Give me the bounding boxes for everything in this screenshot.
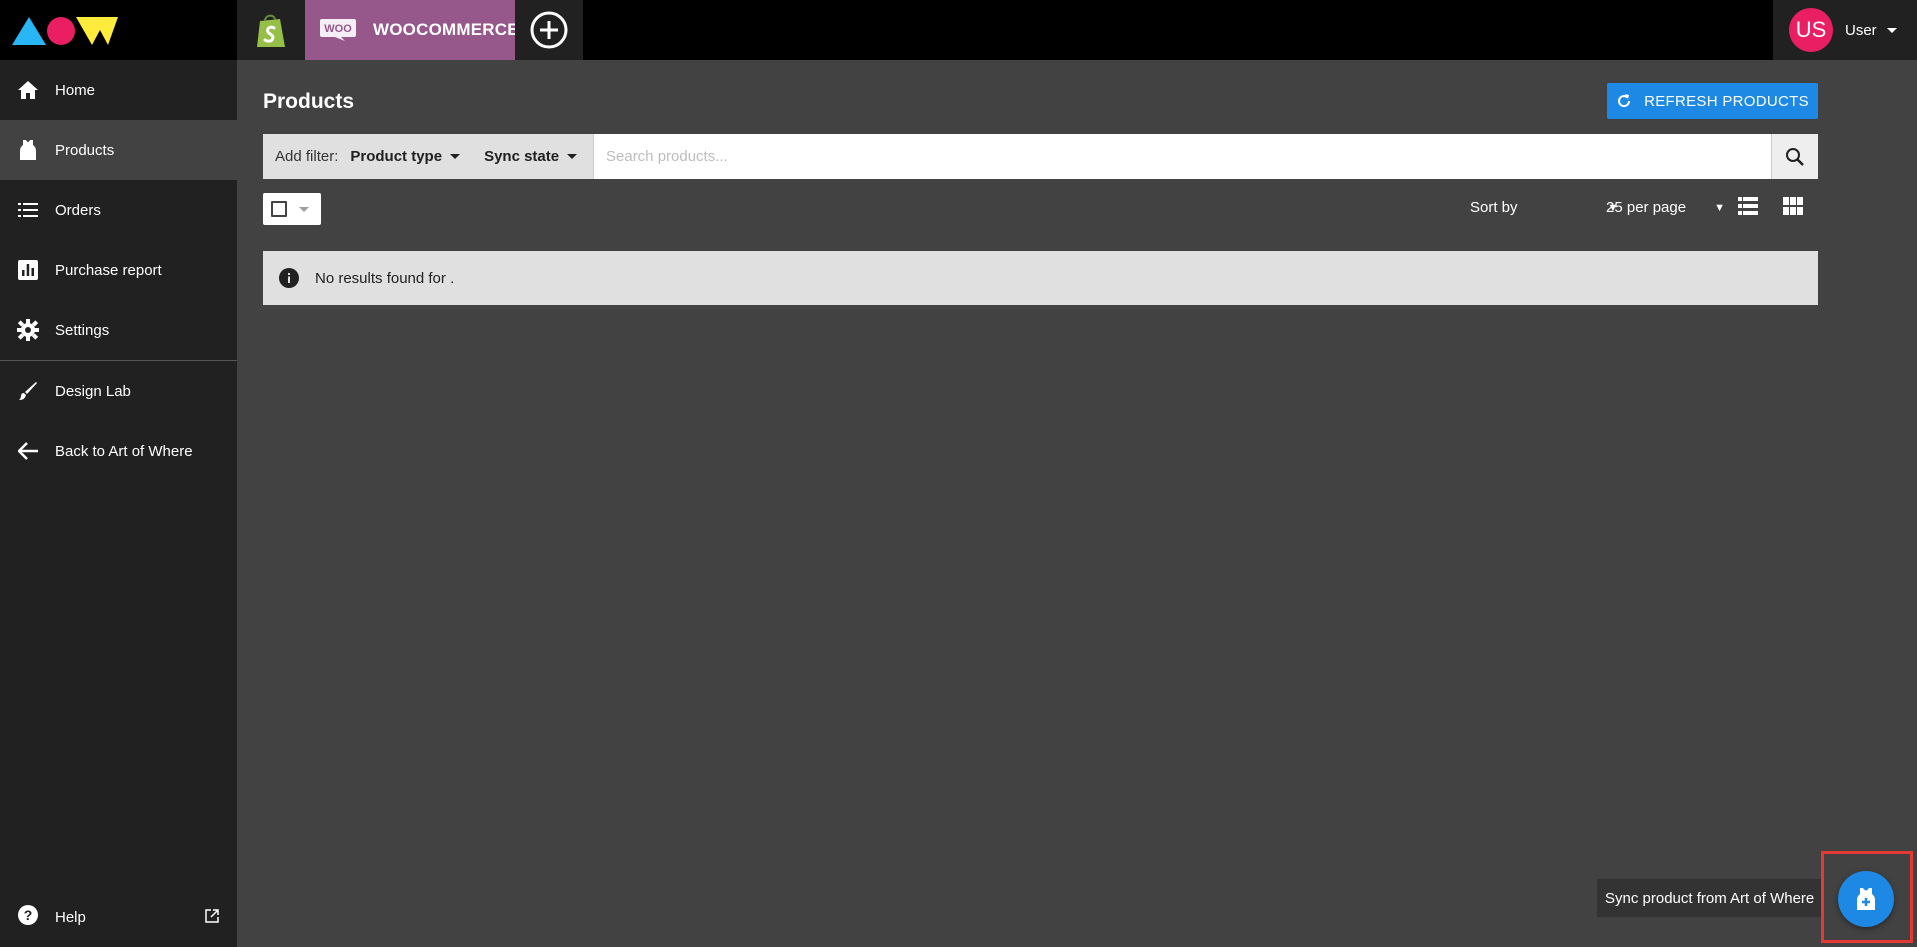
store-switcher: WOO WOOCOMMERCE [237,0,583,60]
per-page-label: 25 per page [1606,199,1687,216]
aow-logo[interactable] [12,12,120,48]
refresh-products-button[interactable]: REFRESH PRODUCTS [1607,83,1818,119]
user-menu[interactable]: US User [1773,0,1917,60]
search-icon [1786,147,1804,166]
product-type-label: Product type [350,148,443,165]
info-icon [279,268,299,288]
woocommerce-label: WOOCOMMERCE [373,20,519,39]
brush-icon [17,380,39,402]
bar-chart-icon [17,259,39,281]
sidebar-item-help[interactable]: ? Help [0,887,237,947]
sort-by-select[interactable]: Sort by ▼ [1470,199,1618,216]
triangle-down-icon: ▼ [1714,201,1725,214]
sidebar: Home Products Orders Purchase report Set… [0,60,237,947]
chevron-down-icon [450,154,461,159]
list-view-icon [1738,197,1758,215]
external-link-icon [205,909,219,928]
filter-section: Add filter: Product type Sync state [263,134,593,179]
chevron-down-icon [1886,27,1897,33]
sidebar-item-orders[interactable]: Orders [0,180,237,240]
refresh-products-label: REFRESH PRODUCTS [1644,92,1809,110]
avatar: US [1789,8,1833,52]
search-input[interactable] [593,134,1771,179]
sidebar-item-label: Orders [55,201,101,219]
sync-state-filter[interactable]: Sync state [484,148,578,165]
sidebar-item-purchase-report[interactable]: Purchase report [0,240,237,300]
no-results-text: No results found for . [315,269,455,287]
svg-text:?: ? [24,907,33,923]
help-icon: ? [17,904,39,931]
sync-product-button[interactable] [1838,871,1894,927]
search-button[interactable] [1771,134,1818,179]
refresh-icon [1618,94,1631,108]
shopify-bag-icon [257,14,285,47]
sidebar-item-label: Home [55,81,96,99]
sidebar-item-products[interactable]: Products [0,120,237,180]
chevron-down-icon [567,154,578,159]
gear-icon [17,319,39,341]
plus-circle-icon [530,11,568,49]
list-icon [17,199,39,221]
add-filter-label: Add filter: [275,148,339,165]
tank-top-icon [17,139,39,161]
add-store-button[interactable] [515,0,583,60]
sidebar-item-label: Design Lab [55,382,131,400]
sort-by-label: Sort by [1470,199,1518,216]
sidebar-item-label: Purchase report [55,261,162,279]
sidebar-item-label: Back to Art of Where [55,442,193,460]
per-page-select[interactable]: 25 per page ▼ [1606,199,1725,216]
sync-product-icon [1857,888,1875,910]
home-icon [17,79,39,101]
sidebar-item-label: Help [55,908,86,926]
sidebar-item-home[interactable]: Home [0,60,237,120]
user-name: User [1845,21,1877,39]
store-tab-woocommerce[interactable]: WOO WOOCOMMERCE [305,0,519,60]
store-tab-shopify[interactable] [237,0,305,60]
sync-state-label: Sync state [484,148,560,165]
grid-view-button[interactable] [1783,197,1803,220]
sync-product-tooltip: Sync product from Art of Where [1597,879,1823,917]
arrow-left-icon [17,440,39,462]
select-all-dropdown[interactable] [263,193,321,225]
main-content: Products REFRESH PRODUCTS Add filter: Pr… [237,60,1917,947]
list-view-button[interactable] [1738,197,1758,220]
sidebar-item-back-to-art-of-where[interactable]: Back to Art of Where [0,421,237,481]
select-all-checkbox[interactable] [271,201,287,217]
sidebar-item-label: Products [55,141,115,159]
woo-badge-text: WOO [324,23,352,35]
chevron-down-icon [299,206,309,212]
top-bar: WOO WOOCOMMERCE US User [0,0,1917,60]
grid-view-icon [1783,197,1803,215]
filter-bar: Add filter: Product type Sync state [263,134,1818,179]
product-type-filter[interactable]: Product type [350,148,461,165]
page-title: Products [263,90,355,113]
sidebar-item-design-lab[interactable]: Design Lab [0,361,237,421]
sidebar-item-label: Settings [55,321,110,339]
no-results-alert: No results found for . [263,251,1818,305]
sidebar-item-settings[interactable]: Settings [0,300,237,360]
woo-badge-icon: WOO [319,18,357,42]
